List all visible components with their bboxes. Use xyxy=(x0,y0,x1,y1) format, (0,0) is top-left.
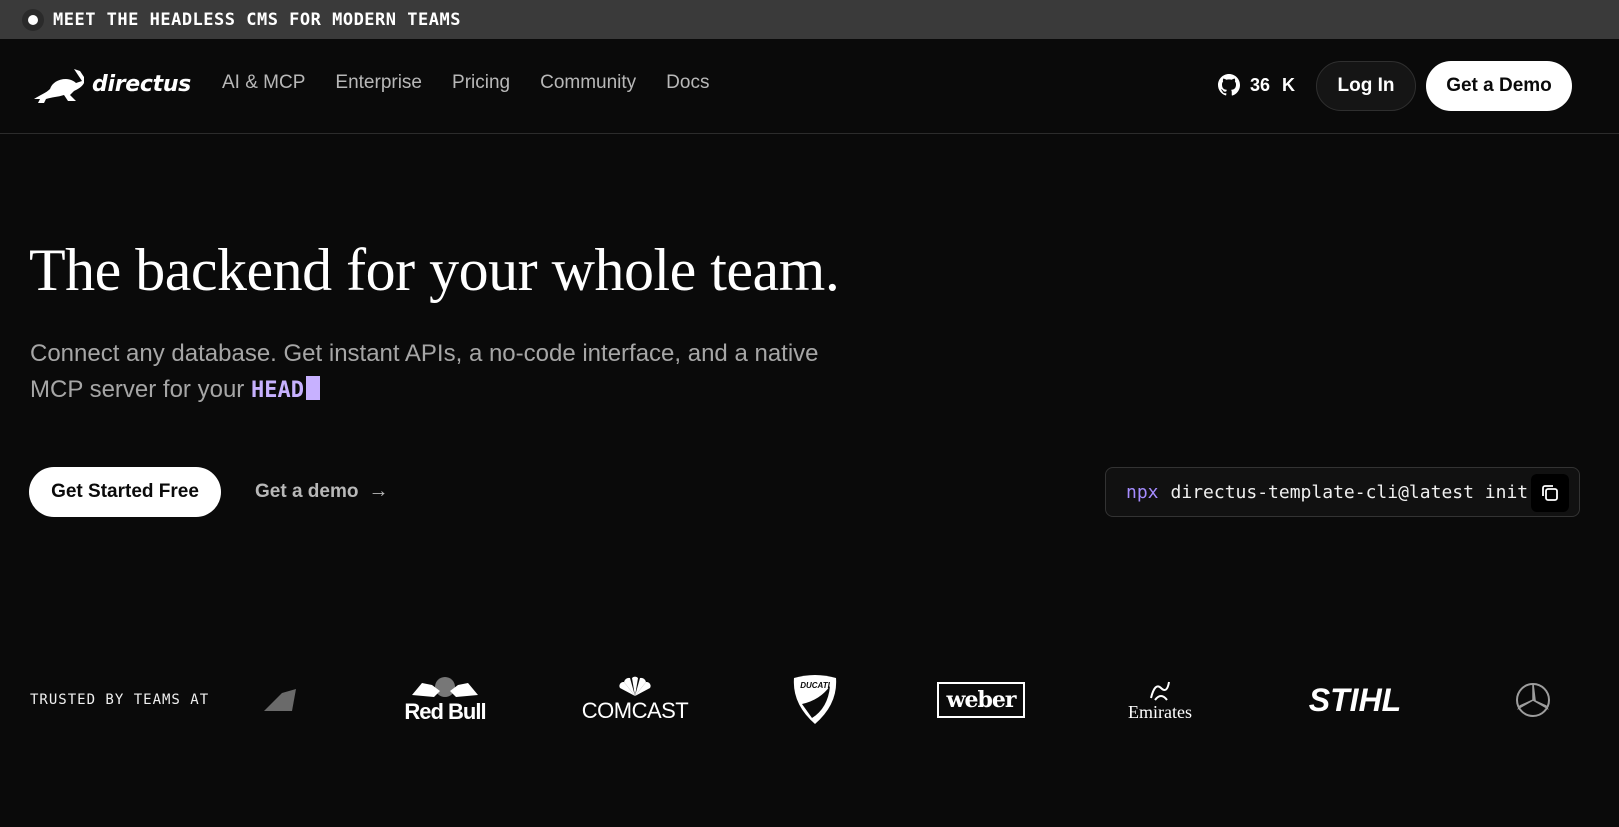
nav-link-enterprise[interactable]: Enterprise xyxy=(335,72,422,94)
nav-link-ai-mcp[interactable]: AI & MCP xyxy=(222,72,305,94)
announcement-bar[interactable]: MEET THE HEADLESS CMS FOR MODERN TEAMS xyxy=(0,0,1619,39)
arrow-right-icon: → xyxy=(368,480,389,502)
weber-logo: weber xyxy=(935,660,1027,740)
announcement-text: MEET THE HEADLESS CMS FOR MODERN TEAMS xyxy=(53,9,461,30)
ducati-logo: DUCATI xyxy=(785,660,845,740)
ducati-logo-text: DUCATI xyxy=(800,681,830,690)
redbull-logo-text: Red Bull xyxy=(404,699,486,724)
ducati-shield-icon: DUCATI xyxy=(793,675,837,724)
get-a-demo-button[interactable]: Get a Demo xyxy=(1426,61,1572,111)
text-cursor xyxy=(305,376,320,400)
cli-command-prefix: npx xyxy=(1126,481,1159,503)
get-started-free-button[interactable]: Get Started Free xyxy=(29,467,221,517)
comcast-logo-text: COMCAST xyxy=(581,698,689,723)
main-menu: AI & MCP Enterprise Pricing Community Do… xyxy=(222,72,709,94)
mercedes-star-icon xyxy=(1516,683,1550,717)
emirates-logo-text: Emirates xyxy=(1128,701,1192,722)
stihl-logo: STIHL xyxy=(1295,660,1415,740)
cli-command-text: directus-template-cli@latest init xyxy=(1170,481,1529,503)
nav-link-pricing[interactable]: Pricing xyxy=(452,72,510,94)
trusted-by-label: TRUSTED BY TEAMS AT xyxy=(30,692,210,708)
copy-icon xyxy=(1542,485,1558,501)
customer-logos-strip: Red Bull COMCAST DUCATI weber Emirates S… xyxy=(250,660,1580,740)
peacock-icon xyxy=(619,676,651,696)
rabbit-logo-icon xyxy=(34,69,84,103)
bulls-icon xyxy=(412,677,478,697)
partial-logo-icon xyxy=(260,660,300,740)
redbull-logo: Red Bull xyxy=(395,660,495,740)
github-star-count: 36 xyxy=(1250,74,1271,95)
github-icon xyxy=(1218,74,1240,96)
top-navigation: directus AI & MCP Enterprise Pricing Com… xyxy=(0,39,1619,134)
cli-command-box[interactable]: npx directus-template-cli@latest init xyxy=(1105,467,1580,517)
brand-name: directus xyxy=(92,71,191,97)
directus-logo[interactable]: directus xyxy=(30,65,191,103)
hero-subtitle-text: Connect any database. Get instant APIs, … xyxy=(30,340,819,403)
login-button[interactable]: Log In xyxy=(1316,61,1416,111)
get-demo-link-label: Get a demo xyxy=(255,480,359,502)
hero-title: The backend for your whole team. xyxy=(29,237,840,303)
get-demo-link[interactable]: Get a demo → xyxy=(255,480,388,503)
copy-button[interactable] xyxy=(1531,474,1569,512)
github-stars-link[interactable]: 36 K xyxy=(1218,74,1295,96)
emirates-calligraphy-icon xyxy=(1150,681,1170,701)
emirates-logo: Emirates xyxy=(1120,660,1200,740)
status-dot-icon xyxy=(22,8,44,31)
nav-link-community[interactable]: Community xyxy=(540,72,636,94)
hero-subtitle: Connect any database. Get instant APIs, … xyxy=(30,336,850,409)
mercedes-logo xyxy=(1515,660,1580,740)
github-star-suffix: K xyxy=(1282,74,1296,95)
weber-logo-text: weber xyxy=(936,682,1026,718)
stihl-logo-text: STIHL xyxy=(1308,681,1402,718)
typed-word: HEAD xyxy=(250,378,304,403)
nav-link-docs[interactable]: Docs xyxy=(666,72,709,94)
comcast-logo: COMCAST xyxy=(575,660,695,740)
